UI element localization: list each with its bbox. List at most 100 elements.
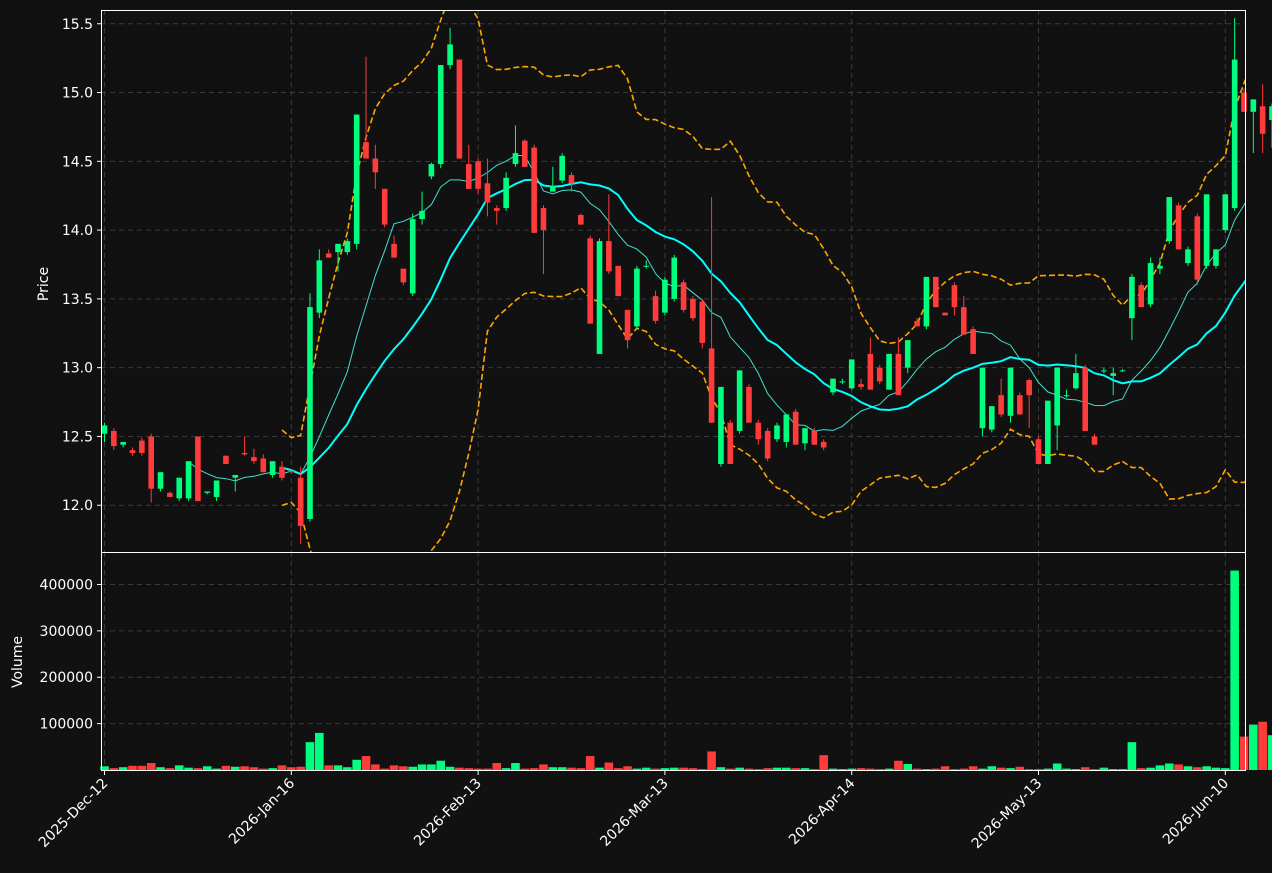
candle-body xyxy=(839,381,846,383)
volume-bar xyxy=(782,767,791,770)
candle-body xyxy=(1091,436,1098,445)
volume-bar xyxy=(791,768,800,770)
candle-body xyxy=(157,472,164,489)
volume-bar xyxy=(109,768,119,770)
volume-bar xyxy=(389,765,399,770)
candle-body xyxy=(372,158,379,173)
volume-bar xyxy=(539,764,548,770)
volume-bar xyxy=(193,768,203,770)
volume-tick-label: 200000 xyxy=(40,670,93,686)
candle-body xyxy=(820,441,827,448)
volume-bar xyxy=(1230,570,1239,770)
candle-body xyxy=(456,59,463,159)
volume-bar xyxy=(866,768,875,770)
candle-body xyxy=(475,161,481,189)
volume-bar xyxy=(249,767,259,770)
volume-bar xyxy=(1052,763,1062,770)
candle-body xyxy=(101,425,108,434)
candle-body xyxy=(1222,194,1229,231)
volume-bar xyxy=(427,764,436,770)
candle-body xyxy=(260,458,267,473)
candle-body xyxy=(512,153,519,165)
volume-bar xyxy=(810,769,819,771)
price-tick-label: 12.0 xyxy=(62,498,93,514)
candle-body xyxy=(484,183,491,203)
candle-body xyxy=(942,312,948,316)
candle-body xyxy=(120,441,126,445)
volume-bar xyxy=(1239,736,1249,770)
volume-bar xyxy=(959,768,969,770)
volume-bar xyxy=(735,767,744,770)
volume-bar xyxy=(202,766,212,770)
candle-body xyxy=(1213,249,1219,266)
candle-body xyxy=(970,329,976,354)
volume-bar xyxy=(1174,764,1183,770)
candle-body xyxy=(671,257,678,299)
candle-body xyxy=(587,238,593,324)
volume-tick-label: 100000 xyxy=(40,717,93,733)
volume-bar xyxy=(604,762,614,770)
candle-body xyxy=(886,353,892,390)
candle-body xyxy=(335,243,341,253)
volume-bar xyxy=(333,765,343,770)
candle-body xyxy=(111,430,117,447)
candle-body xyxy=(550,186,556,192)
volume-bar xyxy=(996,767,1006,770)
candle-body xyxy=(493,208,500,211)
volume-bar xyxy=(950,769,959,771)
volume-bar xyxy=(212,768,221,770)
volume-bar xyxy=(529,768,539,770)
candle-body xyxy=(344,241,351,253)
volume-bar xyxy=(277,765,287,770)
candle-body xyxy=(643,265,650,267)
price-axis-label: Price xyxy=(36,267,52,301)
volume-bar xyxy=(174,765,184,770)
candle-body xyxy=(400,268,407,283)
candle-body xyxy=(1101,370,1107,372)
candle-body xyxy=(615,265,621,297)
candle-body xyxy=(634,268,640,327)
volume-bar xyxy=(408,766,418,770)
volume-tick-label: 300000 xyxy=(40,624,93,640)
candle-body xyxy=(746,386,752,423)
candle-body xyxy=(727,422,734,464)
candle-body xyxy=(932,276,939,308)
volume-bar xyxy=(968,766,978,770)
volume-bar xyxy=(744,768,754,770)
candle-body xyxy=(139,440,145,453)
candle-body xyxy=(1045,400,1051,464)
candle-body xyxy=(1017,395,1023,415)
candle-body xyxy=(148,436,154,489)
candle-body xyxy=(185,461,192,499)
volume-bar xyxy=(1099,767,1109,770)
candle-body xyxy=(998,395,1004,415)
candle-body xyxy=(830,378,836,393)
volume-bar xyxy=(464,768,474,770)
volume-bar xyxy=(156,767,165,770)
candle-body xyxy=(568,175,575,184)
volume-bar xyxy=(1221,768,1230,770)
volume-bar xyxy=(268,768,277,770)
candle-body xyxy=(559,155,565,181)
candle-body xyxy=(1110,373,1117,376)
volume-bar xyxy=(1090,769,1099,771)
candle-body xyxy=(223,455,229,464)
candle-body xyxy=(792,411,799,445)
price-tick-label: 13.0 xyxy=(62,361,93,377)
candle-body xyxy=(1175,205,1182,250)
candle-body xyxy=(195,436,201,502)
candle-body xyxy=(269,461,276,475)
volume-bar xyxy=(632,768,642,770)
candle-body xyxy=(867,353,874,390)
volume-bar xyxy=(613,768,623,770)
candle-body xyxy=(606,241,612,272)
volume-bar xyxy=(772,767,782,770)
candle-body xyxy=(288,470,295,473)
volume-bar xyxy=(903,763,913,770)
volume-bar xyxy=(987,766,997,770)
volume-bar xyxy=(912,768,922,770)
candle-body xyxy=(1157,265,1163,269)
volume-bar xyxy=(492,763,502,770)
candle-body xyxy=(923,276,930,327)
candle-body xyxy=(895,353,902,396)
